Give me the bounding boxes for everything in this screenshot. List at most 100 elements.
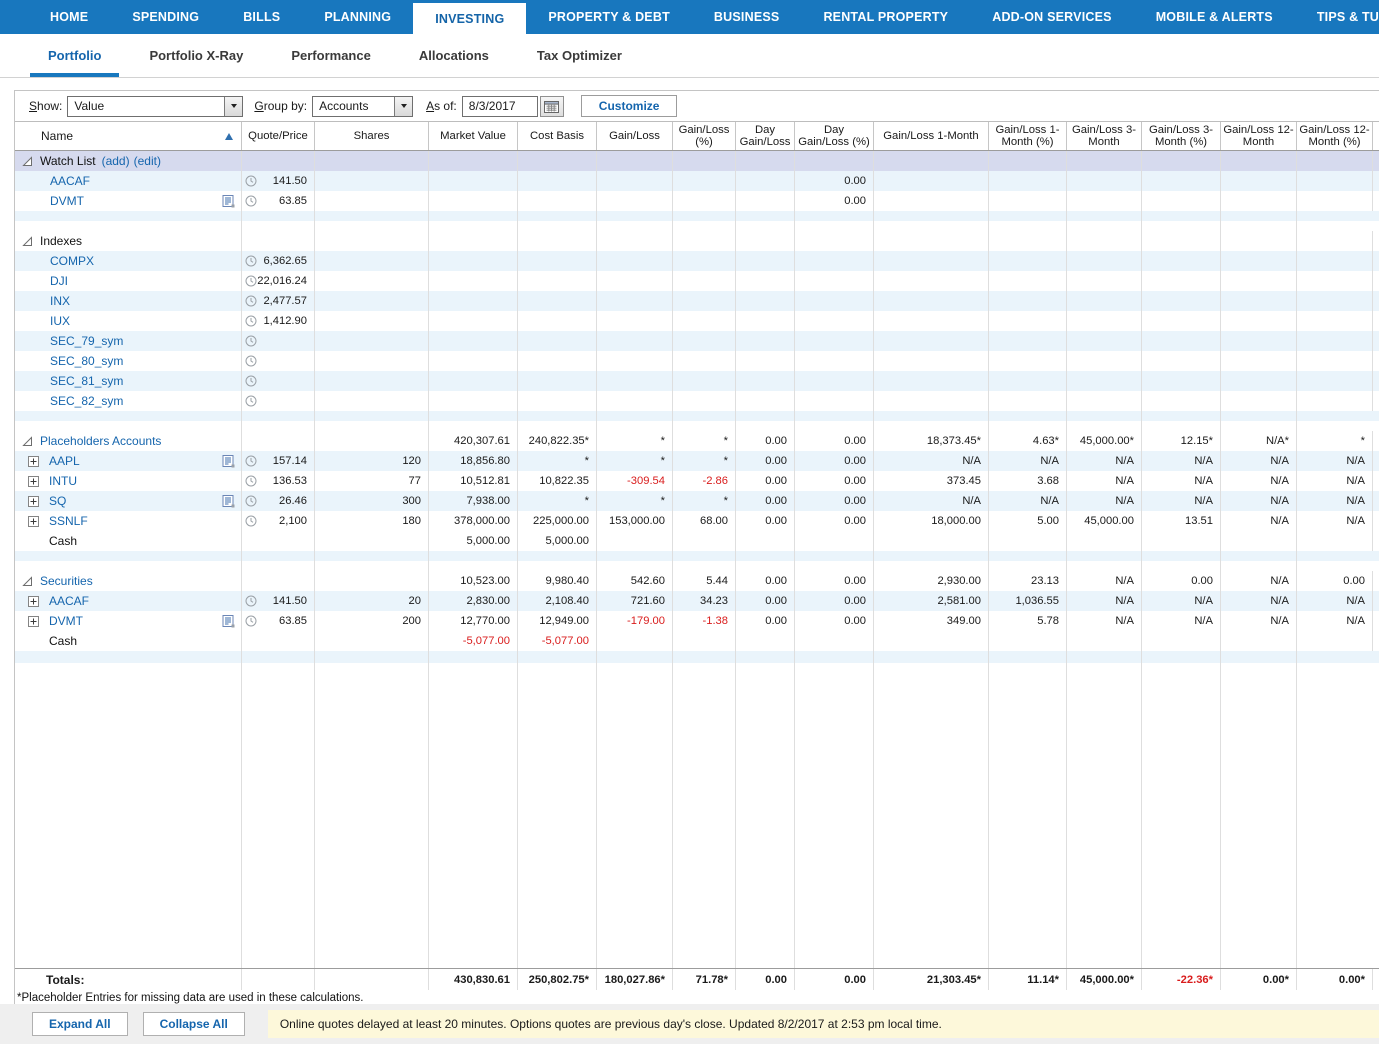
subtab-performance[interactable]: Performance [267, 34, 394, 77]
col-header-gain-loss-12-month[interactable]: Gain/Loss 12-Month (%) [1297, 122, 1373, 150]
group-row-placeholders-accounts[interactable]: Placeholders Accounts420,307.61240,822.3… [15, 431, 1379, 451]
col-header-quote-price[interactable]: Quote/Price [242, 122, 315, 150]
col-header-day-gain-loss[interactable]: Day Gain/Loss [736, 122, 795, 150]
nav-tab-rental-property[interactable]: RENTAL PROPERTY [801, 0, 970, 34]
expand-all-button[interactable]: Expand All [32, 1012, 128, 1036]
nav-tab-business[interactable]: BUSINESS [692, 0, 802, 34]
security-link-sec-81-sym[interactable]: SEC_81_sym [50, 374, 123, 388]
col-header-shares[interactable]: Shares [315, 122, 429, 150]
expand-plus-icon[interactable] [28, 616, 39, 627]
holding-row-intu[interactable]: INTU136.537710,512.8110,822.35-309.54-2.… [15, 471, 1379, 491]
col-header-day-gain-loss[interactable]: Day Gain/Loss (%) [795, 122, 874, 150]
ticker-row-sec-79-sym[interactable]: SEC_79_sym [15, 331, 1379, 351]
show-dropdown[interactable]: Value [67, 96, 243, 117]
nav-tab-add-on-services[interactable]: ADD-ON SERVICES [970, 0, 1133, 34]
ticker-row-dvmt[interactable]: DVMT63.850.00 [15, 191, 1379, 211]
group-row-watch-list[interactable]: Watch List(add)(edit) [15, 151, 1379, 171]
nav-tab-home[interactable]: HOME [28, 0, 110, 34]
group-label[interactable]: Placeholders Accounts [40, 434, 161, 448]
subtab-portfolio-x-ray[interactable]: Portfolio X-Ray [125, 34, 267, 77]
expand-plus-icon[interactable] [28, 476, 39, 487]
security-link-dvmt[interactable]: DVMT [50, 194, 84, 208]
security-link-inx[interactable]: INX [50, 294, 70, 308]
expand-plus-icon[interactable] [28, 516, 39, 527]
col-header-gain-loss-12-month[interactable]: Gain/Loss 12-Month [1221, 122, 1297, 150]
security-link-sec-82-sym[interactable]: SEC_82_sym [50, 394, 123, 408]
edit-link[interactable]: (edit) [134, 154, 161, 168]
collapse-triangle-icon[interactable] [22, 156, 33, 167]
dropdown-arrow-icon[interactable] [224, 97, 242, 116]
cell-value [1221, 151, 1297, 171]
security-link-intu[interactable]: INTU [49, 474, 77, 488]
col-header-cost-basis[interactable]: Cost Basis [518, 122, 597, 150]
calendar-button[interactable] [540, 96, 564, 117]
security-link-dji[interactable]: DJI [50, 274, 68, 288]
nav-tab-spending[interactable]: SPENDING [110, 0, 221, 34]
col-header-gain-loss-1-month[interactable]: Gain/Loss 1-Month [874, 122, 989, 150]
ticker-row-inx[interactable]: INX2,477.57 [15, 291, 1379, 311]
col-header-name[interactable]: Name [15, 122, 242, 150]
security-link-aapl[interactable]: AAPL [49, 454, 80, 468]
groupby-dropdown[interactable]: Accounts [312, 96, 413, 117]
expand-plus-icon[interactable] [28, 496, 39, 507]
collapse-triangle-icon[interactable] [22, 236, 33, 247]
ticker-row-iux[interactable]: IUX1,412.90 [15, 311, 1379, 331]
ticker-row-sec-82-sym[interactable]: SEC_82_sym [15, 391, 1379, 411]
holding-row-aapl[interactable]: AAPL157.1412018,856.80***0.000.00N/AN/AN… [15, 451, 1379, 471]
holding-row-dvmt[interactable]: DVMT63.8520012,770.0012,949.00-179.00-1.… [15, 611, 1379, 631]
news-icon[interactable] [222, 195, 235, 208]
col-header-gain-loss-1-month[interactable]: Gain/Loss 1-Month (%) [989, 122, 1067, 150]
subtab-portfolio[interactable]: Portfolio [24, 34, 125, 77]
subtab-tax-optimizer[interactable]: Tax Optimizer [513, 34, 646, 77]
ticker-row-aacaf[interactable]: AACAF141.500.00 [15, 171, 1379, 191]
nav-tab-investing[interactable]: INVESTING [413, 3, 526, 34]
security-link-dvmt[interactable]: DVMT [49, 614, 83, 628]
cell-value [1297, 631, 1373, 651]
clock-icon [245, 335, 257, 347]
nav-tab-mobile-alerts[interactable]: MOBILE & ALERTS [1134, 0, 1295, 34]
ticker-row-dji[interactable]: DJI22,016.24 [15, 271, 1379, 291]
nav-tab-tips-tutorials[interactable]: TIPS & TUTORIALS [1295, 0, 1379, 34]
col-header-gain-loss-3-month[interactable]: Gain/Loss 3-Month [1067, 122, 1142, 150]
security-link-sq[interactable]: SQ [49, 494, 66, 508]
dropdown-arrow-icon[interactable] [394, 97, 412, 116]
ticker-row-sec-80-sym[interactable]: SEC_80_sym [15, 351, 1379, 371]
security-link-compx[interactable]: COMPX [50, 254, 94, 268]
news-icon[interactable] [222, 455, 235, 468]
nav-tab-planning[interactable]: PLANNING [302, 0, 413, 34]
col-header-market-value[interactable]: Market Value [429, 122, 518, 150]
ticker-row-sec-81-sym[interactable]: SEC_81_sym [15, 371, 1379, 391]
group-row-securities[interactable]: Securities10,523.009,980.40542.605.440.0… [15, 571, 1379, 591]
security-link-sec-79-sym[interactable]: SEC_79_sym [50, 334, 123, 348]
nav-tab-bills[interactable]: BILLS [221, 0, 302, 34]
security-link-iux[interactable]: IUX [50, 314, 70, 328]
group-row-indexes[interactable]: Indexes [15, 231, 1379, 251]
holding-row-ssnlf[interactable]: SSNLF2,100180378,000.00225,000.00153,000… [15, 511, 1379, 531]
holding-row-sq[interactable]: SQ26.463007,938.00***0.000.00N/AN/AN/AN/… [15, 491, 1379, 511]
collapse-triangle-icon[interactable] [22, 576, 33, 587]
customize-button[interactable]: Customize [581, 95, 678, 117]
group-label[interactable]: Securities [40, 574, 93, 588]
security-link-sec-80-sym[interactable]: SEC_80_sym [50, 354, 123, 368]
expand-plus-icon[interactable] [28, 456, 39, 467]
subtab-allocations[interactable]: Allocations [395, 34, 513, 77]
cell-value: 10,822.35 [518, 471, 597, 491]
security-link-aacaf[interactable]: AACAF [49, 594, 89, 608]
security-link-ssnlf[interactable]: SSNLF [49, 514, 88, 528]
bottom-bar: Expand All Collapse All Online quotes de… [0, 1004, 1379, 1044]
cell-value: -1.38 [673, 611, 736, 631]
ticker-row-compx[interactable]: COMPX6,362.65 [15, 251, 1379, 271]
holding-row-aacaf[interactable]: AACAF141.50202,830.002,108.40721.6034.23… [15, 591, 1379, 611]
add-link[interactable]: (add) [102, 154, 130, 168]
expand-plus-icon[interactable] [28, 596, 39, 607]
security-link-aacaf[interactable]: AACAF [50, 174, 90, 188]
news-icon[interactable] [222, 495, 235, 508]
asof-date-input[interactable]: 8/3/2017 [462, 96, 538, 117]
collapse-all-button[interactable]: Collapse All [143, 1012, 245, 1036]
col-header-gain-loss[interactable]: Gain/Loss (%) [673, 122, 736, 150]
collapse-triangle-icon[interactable] [22, 436, 33, 447]
news-icon[interactable] [222, 615, 235, 628]
col-header-gain-loss-3-month[interactable]: Gain/Loss 3-Month (%) [1142, 122, 1221, 150]
nav-tab-property-debt[interactable]: PROPERTY & DEBT [526, 0, 692, 34]
col-header-gain-loss[interactable]: Gain/Loss [597, 122, 673, 150]
